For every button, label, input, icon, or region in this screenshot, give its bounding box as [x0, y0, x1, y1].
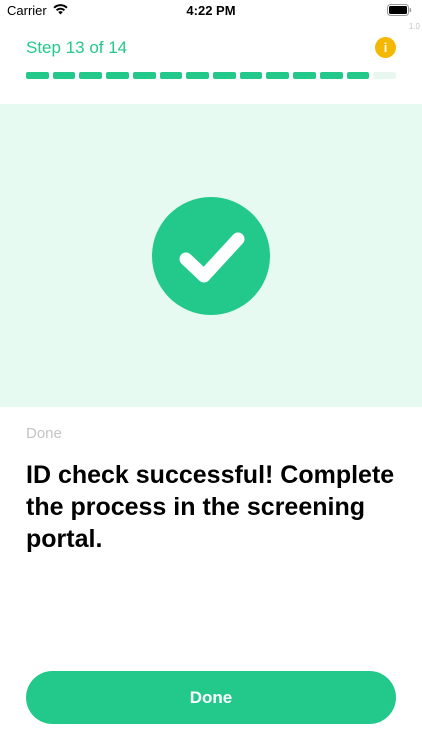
- progress-segment: [346, 72, 370, 79]
- page-title: ID check successful! Complete the proces…: [26, 461, 395, 553]
- progress-segment: [26, 72, 49, 79]
- progress-segment: [373, 72, 397, 79]
- progress-segment: [293, 72, 316, 79]
- progress-segment: [239, 72, 263, 79]
- progress-segment: [132, 72, 156, 79]
- eyebrow-label: Done: [26, 425, 62, 442]
- status-bar: Carrier 4:22 PM: [0, 0, 422, 22]
- hero-panel: [0, 104, 422, 407]
- step-label: Step 13 of 14: [26, 38, 128, 57]
- progress-segment: [52, 72, 76, 79]
- checkmark-icon: [179, 232, 245, 283]
- step-progress-bar: [26, 72, 397, 80]
- done-button[interactable]: Done: [26, 671, 396, 724]
- progress-segment: [159, 72, 183, 79]
- success-badge: [152, 197, 270, 315]
- progress-segment: [266, 72, 290, 79]
- progress-segment: [186, 72, 210, 79]
- progress-segment: [213, 72, 236, 79]
- version-label: 1.0: [408, 22, 420, 31]
- info-icon[interactable]: i: [375, 37, 396, 58]
- progress-segment: [79, 72, 103, 79]
- progress-segment: [319, 72, 343, 79]
- progress-segment: [106, 72, 129, 79]
- battery-icon: [387, 4, 412, 16]
- clock: 4:22 PM: [186, 3, 236, 18]
